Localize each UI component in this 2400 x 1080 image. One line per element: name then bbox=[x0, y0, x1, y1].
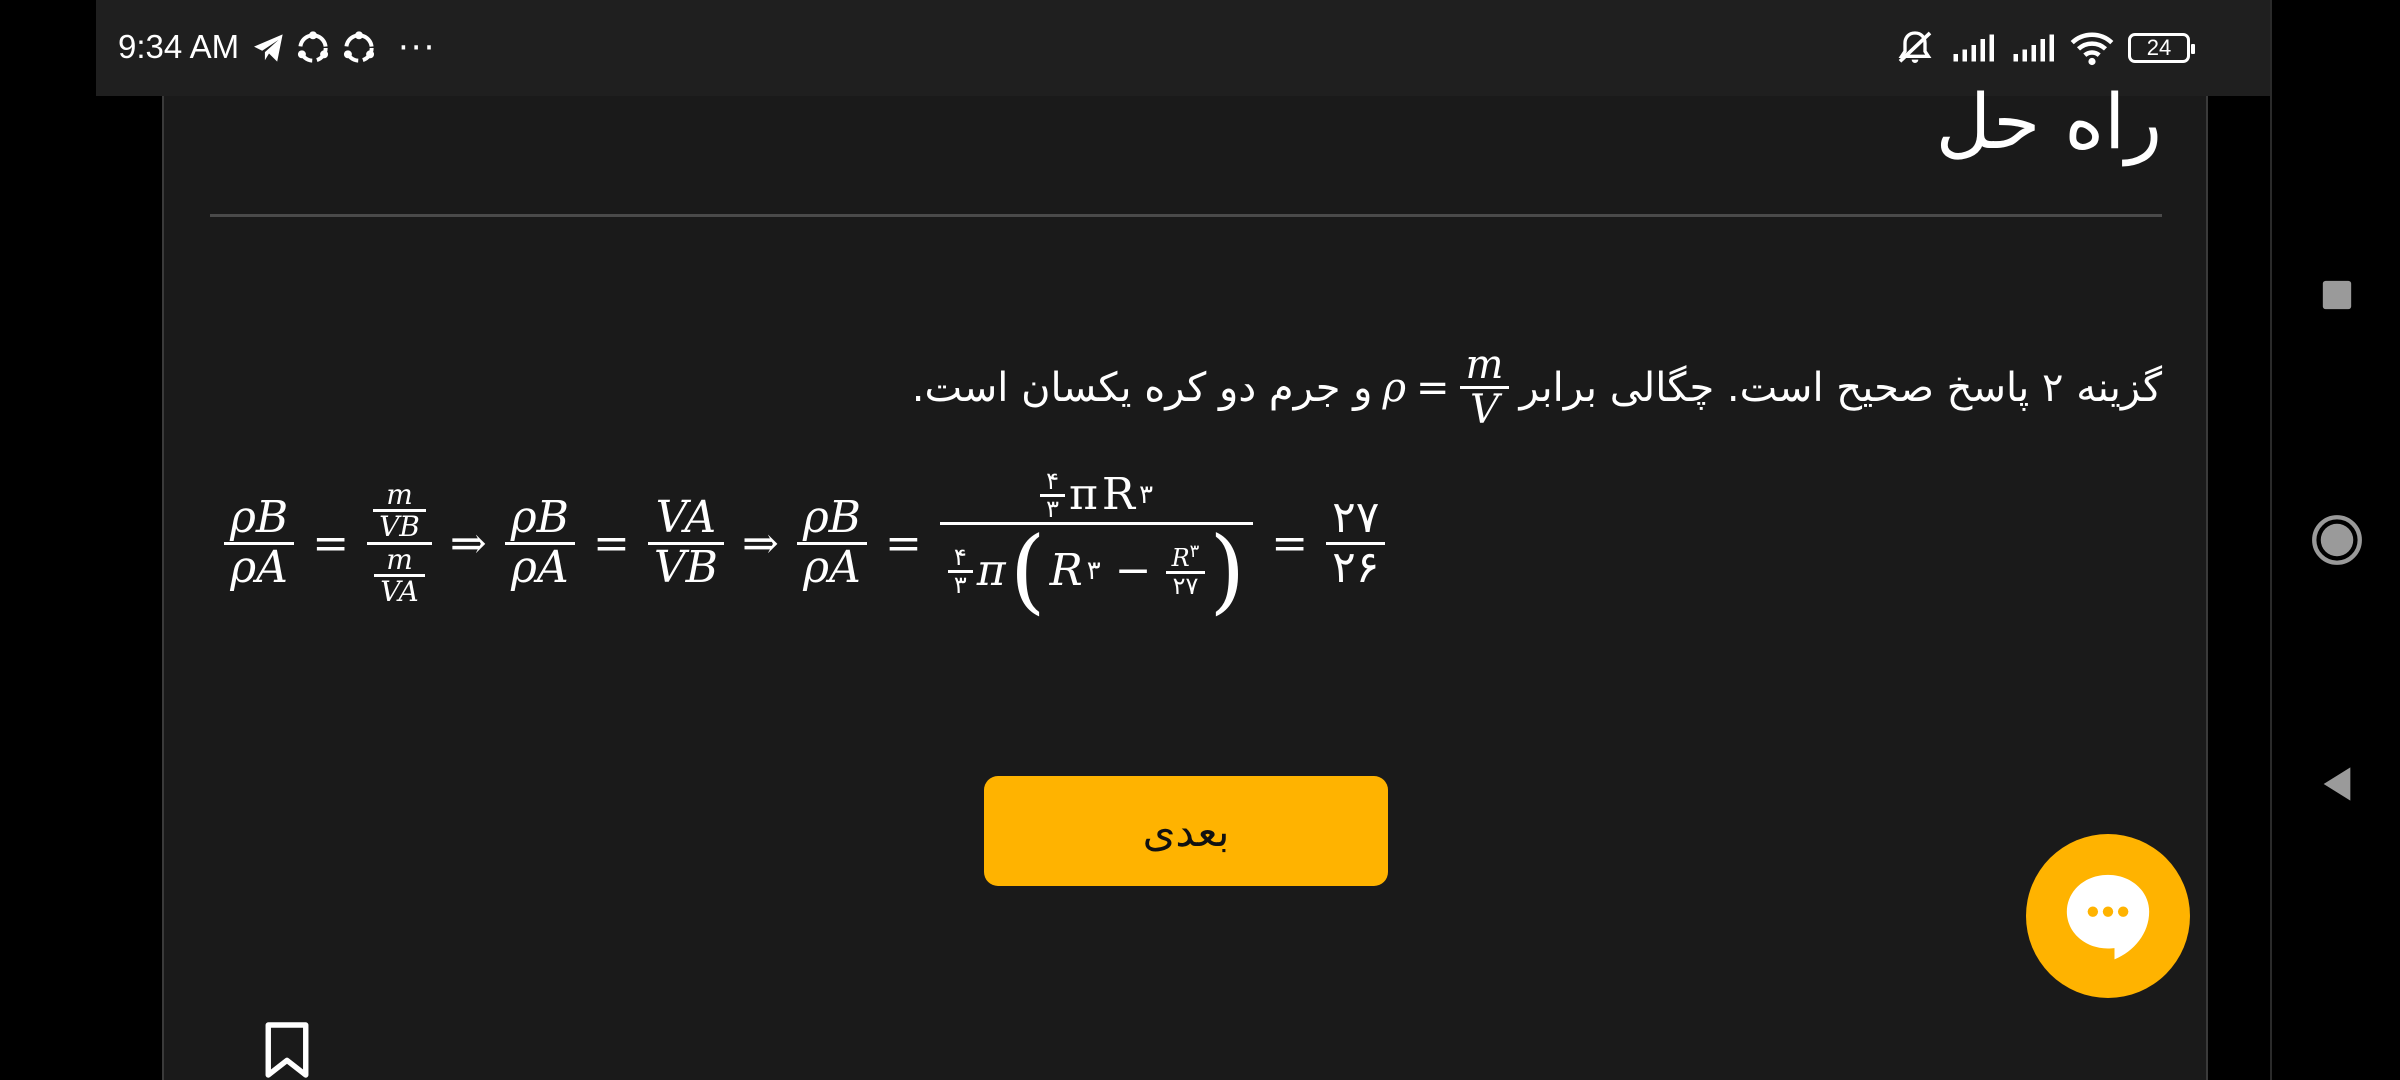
ratio-fraction-1: ρB ρA bbox=[224, 492, 295, 593]
volume-ratio-fraction: VA VB bbox=[647, 492, 724, 593]
m-over-va: m VA bbox=[374, 542, 425, 608]
equals-sign: = bbox=[312, 517, 350, 569]
three-digit: ۳ bbox=[953, 570, 967, 599]
volume-b-symbol: VB bbox=[653, 541, 718, 593]
solution-text-after: و جرم دو کره یکسان است. bbox=[911, 364, 1373, 411]
pi-symbol: π bbox=[976, 545, 1006, 597]
equals-sign: = bbox=[592, 517, 630, 569]
heading-divider bbox=[210, 214, 2162, 217]
m-over-vb: m VB bbox=[373, 477, 426, 544]
density-formula: ρ = m V bbox=[1382, 342, 1510, 433]
sync-icon bbox=[297, 31, 329, 63]
sphere-volume-numerator: ۴ ۳ πR۳ bbox=[1034, 466, 1159, 522]
solution-text: گزینه ۲ پاسخ صحیح است. چگالی برابر ρ = m… bbox=[782, 344, 2162, 431]
ratio-denominator: ρA bbox=[230, 541, 288, 593]
solution-text-before: گزینه ۲ پاسخ صحیح است. چگالی برابر bbox=[1519, 364, 2162, 411]
home-icon[interactable] bbox=[2311, 514, 2363, 566]
four-digit: ۴ bbox=[1046, 466, 1059, 495]
ratio-numerator: ρB bbox=[802, 492, 862, 544]
compound-fraction: m VB m VA bbox=[367, 477, 432, 608]
telegram-icon bbox=[254, 34, 283, 62]
mass-symbol: m bbox=[386, 477, 413, 511]
right-paren: ) bbox=[1209, 517, 1246, 625]
ratio-denominator: ρA bbox=[511, 541, 569, 593]
radius-symbol: R bbox=[1049, 545, 1083, 597]
density-equals: = bbox=[1416, 364, 1450, 411]
wifi-icon bbox=[2070, 32, 2114, 66]
sphere-volume-fraction: ۴ ۳ πR۳ ۴ ۳ π ( R۳ − R۳ ۲۷) bbox=[939, 466, 1254, 617]
compound-denominator: m VA bbox=[368, 542, 431, 608]
left-paren: ( bbox=[1009, 517, 1046, 625]
bookmark-icon[interactable] bbox=[262, 1020, 312, 1080]
four-thirds: ۴ ۳ bbox=[947, 542, 973, 599]
signal-icon bbox=[2013, 34, 2054, 62]
volume-a-symbol: VA bbox=[655, 492, 717, 544]
back-icon[interactable] bbox=[2319, 764, 2355, 804]
density-denominator: V bbox=[1470, 387, 1499, 433]
battery-indicator: 24 bbox=[2128, 33, 2195, 63]
implies-arrow: ⇒ bbox=[741, 517, 779, 569]
signal-icon bbox=[1953, 34, 1994, 62]
status-right-icons: 24 bbox=[1894, 24, 2195, 72]
four-digit: ۴ bbox=[953, 542, 967, 571]
battery-level: 24 bbox=[2146, 35, 2172, 60]
pi-symbol: π bbox=[1069, 469, 1098, 521]
result-fraction: ۲۷ ۲۶ bbox=[1326, 492, 1386, 593]
r3-numerator: R۳ bbox=[1166, 541, 1206, 572]
ratio-fraction-2: ρB ρA bbox=[504, 492, 575, 593]
compound-numerator: m VB bbox=[367, 477, 432, 544]
ratio-fraction-3: ρB ρA bbox=[796, 492, 868, 593]
ratio-numerator: ρB bbox=[510, 492, 569, 544]
twentyseven-digit: ۲۷ bbox=[1172, 572, 1199, 601]
chat-bubble-icon bbox=[2066, 874, 2150, 960]
equals-sign: = bbox=[1271, 517, 1309, 569]
volume-b-symbol: VB bbox=[379, 510, 420, 544]
chat-support-button[interactable] bbox=[2026, 834, 2190, 998]
radius-symbol: R bbox=[1171, 544, 1190, 572]
density-fraction: m V bbox=[1459, 342, 1510, 433]
density-numerator: m bbox=[1465, 342, 1504, 388]
four-thirds: ۴ ۳ bbox=[1040, 466, 1065, 522]
next-button-label: بعدی bbox=[1142, 806, 1230, 856]
ratio-numerator: ρB bbox=[230, 492, 289, 544]
page-title: راه حل bbox=[1935, 77, 2162, 166]
implies-arrow: ⇒ bbox=[449, 517, 487, 569]
mute-icon bbox=[1898, 31, 1932, 63]
exponent: ۳ bbox=[1086, 555, 1101, 586]
sphere-volume-denominator: ۴ ۳ π ( R۳ − R۳ ۲۷ ) bbox=[940, 525, 1253, 617]
radius-symbol: R bbox=[1101, 469, 1136, 521]
density-symbol: ρ bbox=[1382, 364, 1406, 411]
exponent: ۳ bbox=[1189, 541, 1200, 562]
next-button[interactable]: بعدی bbox=[984, 776, 1388, 886]
result-numerator: ۲۷ bbox=[1332, 492, 1380, 544]
navigation-bar bbox=[2270, 0, 2400, 1080]
r3-over-27: R۳ ۲۷ bbox=[1165, 541, 1206, 601]
exponent: ۳ bbox=[1139, 479, 1154, 510]
ratio-equation: ρB ρA = m VB m VA ⇒ ρB ρA = VA VB ⇒ ρB ρ… bbox=[224, 448, 1386, 638]
status-time: 9:34 AM bbox=[118, 28, 240, 65]
result-denominator: ۲۶ bbox=[1332, 541, 1380, 593]
more-notifications-icon: ··· bbox=[398, 28, 437, 68]
recent-apps-icon[interactable] bbox=[2320, 278, 2354, 312]
mass-symbol: m bbox=[386, 542, 413, 576]
volume-a-symbol: VA bbox=[380, 574, 419, 608]
status-left-icons: ··· bbox=[252, 26, 436, 70]
ratio-denominator: ρA bbox=[803, 541, 861, 593]
equals-sign: = bbox=[885, 517, 922, 569]
minus-sign: − bbox=[1114, 545, 1152, 597]
content-card: راه حل گزینه ۲ پاسخ صحیح است. چگالی براب… bbox=[162, 77, 2208, 1080]
sync-icon bbox=[343, 31, 375, 63]
